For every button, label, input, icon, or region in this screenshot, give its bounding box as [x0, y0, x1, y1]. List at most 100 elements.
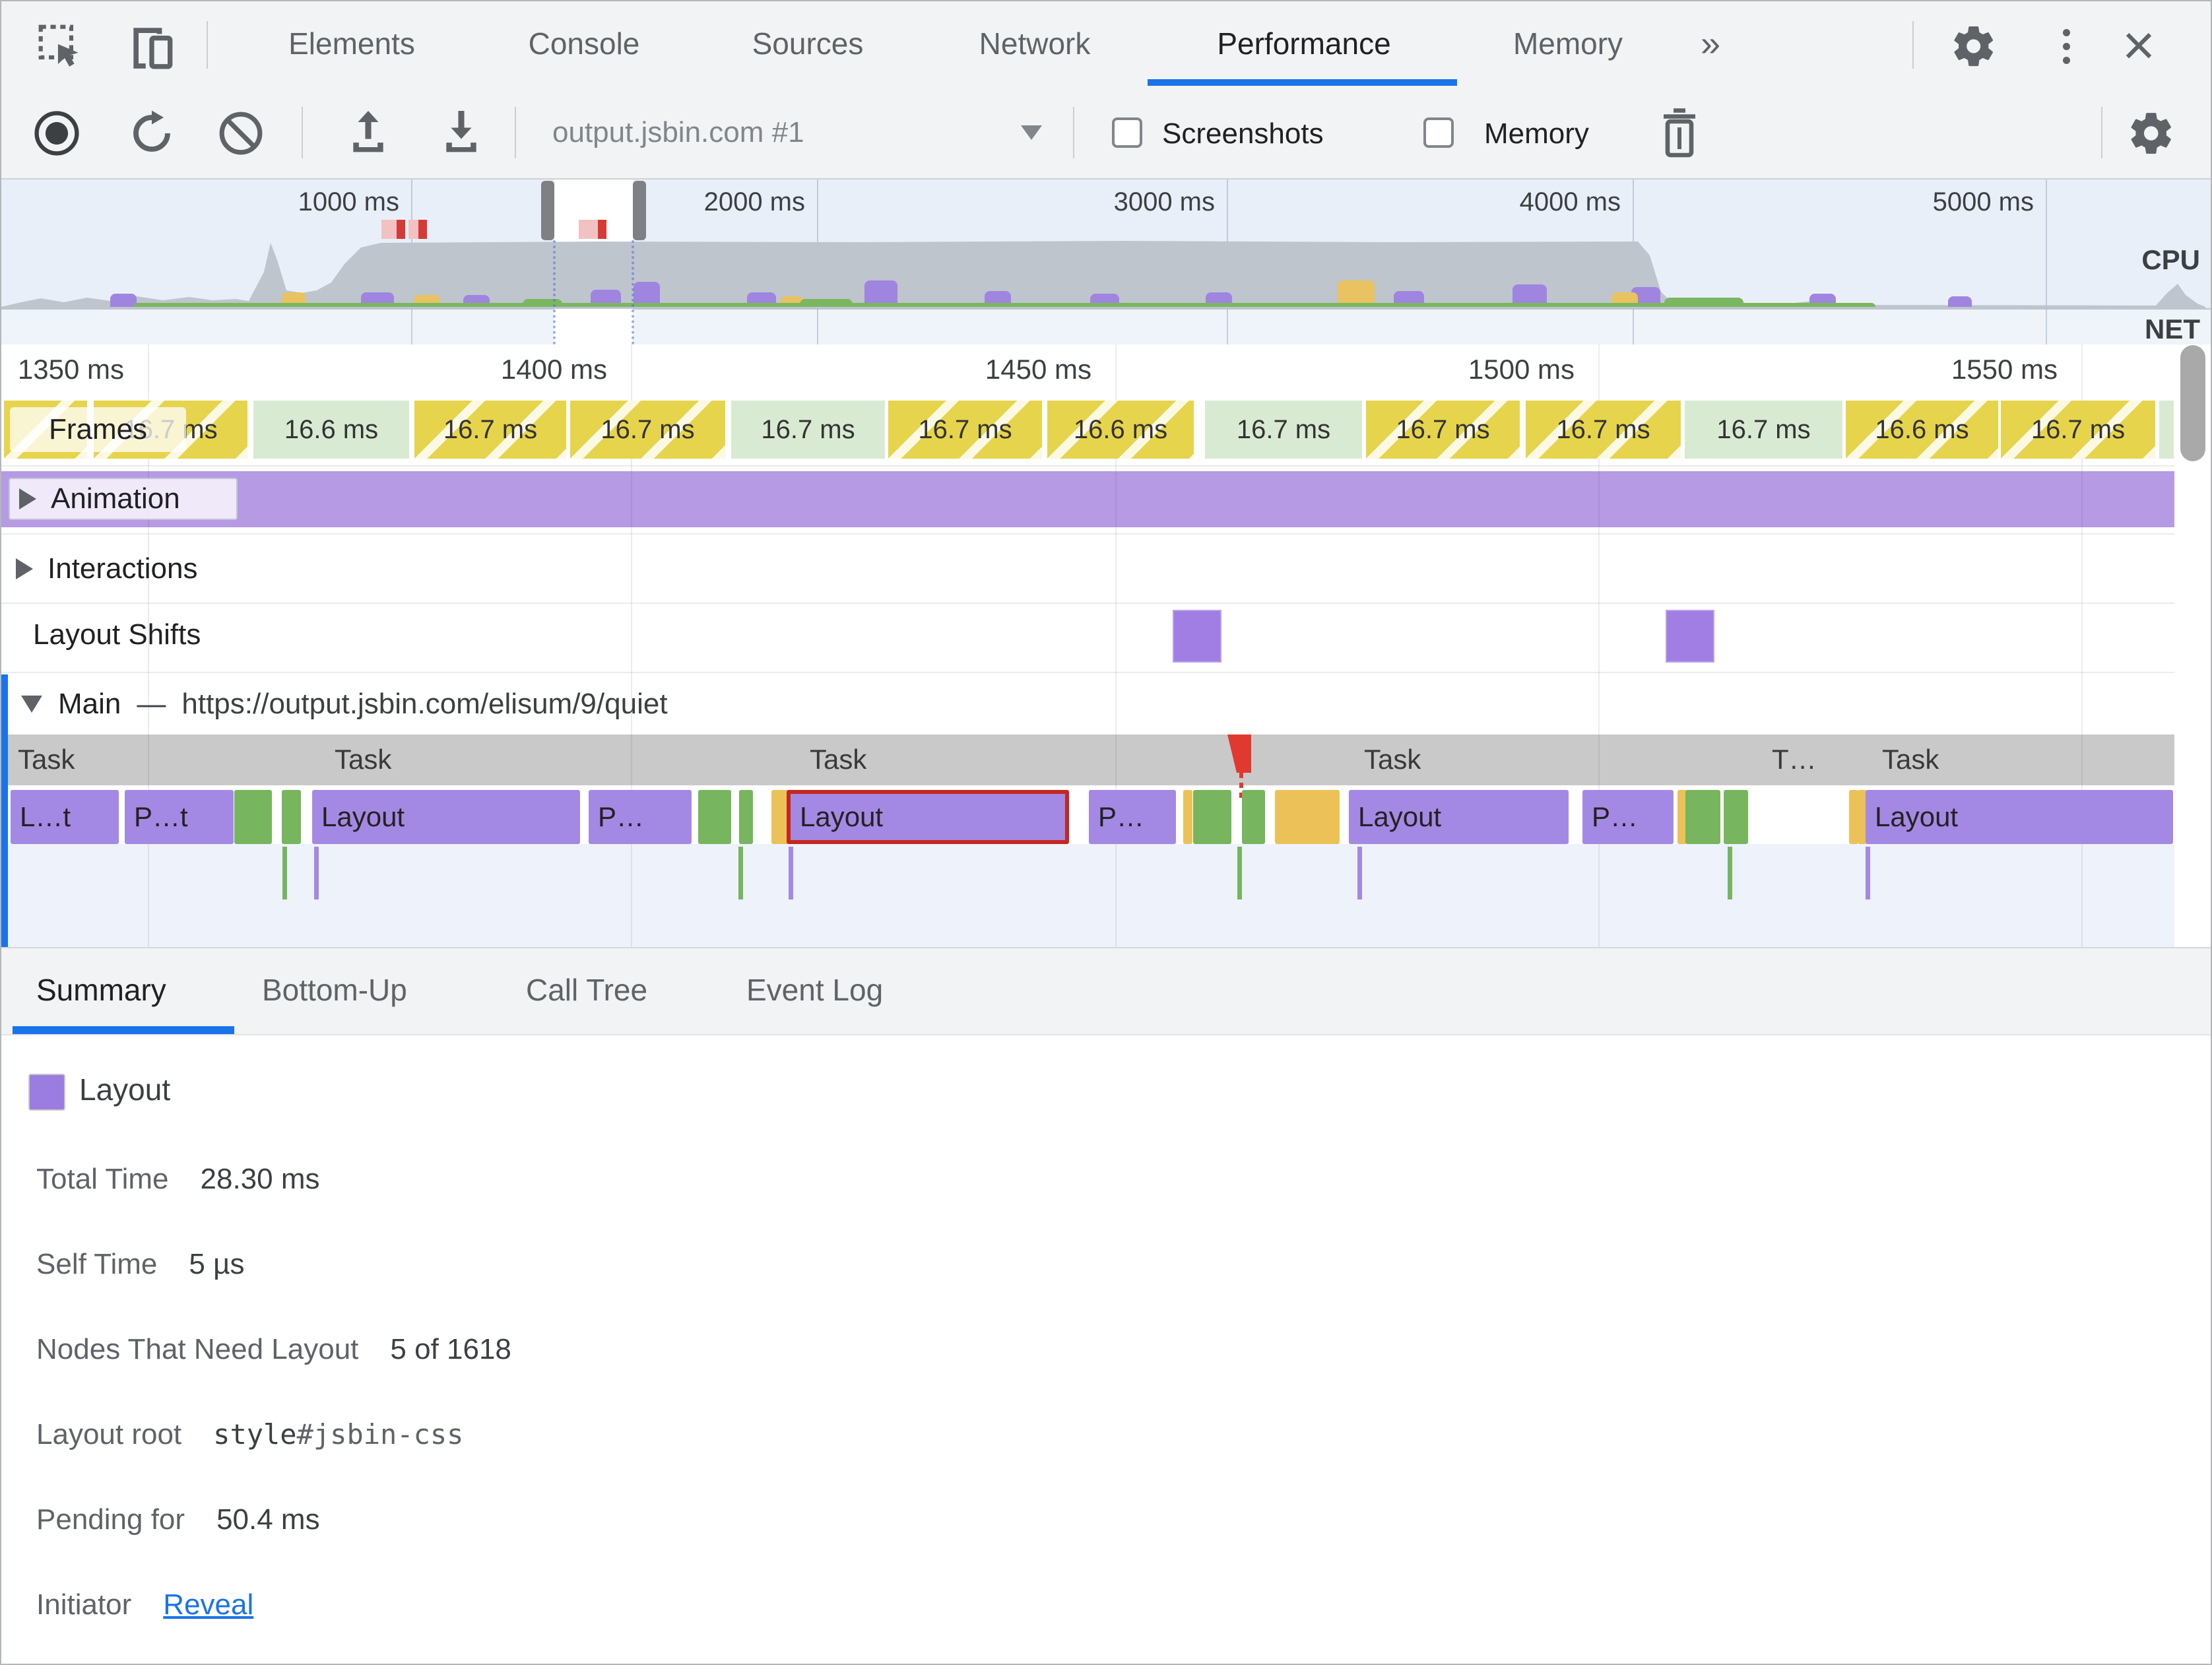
kebab-menu-icon[interactable]	[2050, 22, 2083, 70]
collapse-triangle-icon[interactable]	[21, 696, 42, 713]
load-profile-icon[interactable]	[344, 107, 392, 160]
event-p[interactable]: P…	[1582, 790, 1674, 844]
event-pt[interactable]: P…t	[125, 790, 234, 844]
tab-memory[interactable]: Memory	[1423, 1, 1713, 86]
frame-cell[interactable]	[2159, 401, 2174, 459]
event-layout[interactable]: Layout	[312, 790, 580, 844]
animation-track-label[interactable]: Animation	[9, 478, 238, 520]
ruler-time-label: 1450 ms	[985, 354, 1091, 385]
task-label[interactable]: Task	[1364, 744, 1421, 775]
main-track-background	[1, 844, 2174, 947]
event-segment[interactable]	[1275, 790, 1340, 844]
memory-checkbox-label[interactable]: Memory	[1484, 117, 1589, 150]
frame-cell[interactable]: 16.6 ms	[1846, 401, 1998, 459]
performance-toolbar: output.jsbin.com #1 Screenshots Memory	[1, 87, 2211, 180]
chevron-down-icon[interactable]	[1021, 125, 1042, 140]
frame-cell[interactable]: 16.7 ms	[731, 401, 885, 459]
frame-cell[interactable]: 16.6 ms	[253, 401, 409, 459]
frame-cell[interactable]: 16.7 ms	[414, 401, 566, 459]
event-p[interactable]: P…	[589, 790, 692, 844]
frame-cell[interactable]: 16.6 ms	[1047, 401, 1194, 459]
tab-event-log[interactable]: Event Log	[746, 947, 883, 1033]
overview-time-label: 1000 ms	[298, 187, 399, 216]
inspect-element-icon[interactable]	[34, 21, 86, 71]
tab-bottom-up[interactable]: Bottom-Up	[262, 947, 407, 1033]
scrollbar-thumb[interactable]	[2180, 345, 2205, 461]
expand-triangle-icon[interactable]	[16, 558, 33, 579]
activity-bump	[110, 294, 137, 307]
long-task-marker	[579, 220, 598, 239]
event-segment[interactable]	[1242, 790, 1265, 844]
event-p[interactable]: P…	[1089, 790, 1176, 844]
summary-row-total-time: Total Time 28.30 ms	[36, 1163, 320, 1200]
task-label[interactable]: Task	[18, 744, 75, 775]
target-selector[interactable]: output.jsbin.com #1	[552, 116, 804, 149]
frame-cell[interactable]: 16.7 ms	[1526, 401, 1681, 459]
task-strip[interactable]	[8, 735, 2174, 785]
frame-cell[interactable]: 16.7 ms	[2001, 401, 2155, 459]
selection-handle-right[interactable]	[633, 181, 646, 240]
timeline-overview[interactable]: 1000 ms 2000 ms 3000 ms 4000 ms 5000 ms CPU …	[1, 180, 2211, 344]
event-lt[interactable]: L…t	[11, 790, 119, 844]
memory-checkbox[interactable]	[1423, 117, 1454, 148]
vertical-scrollbar[interactable]	[2175, 344, 2211, 947]
event-layout[interactable]: Layout	[787, 790, 1069, 844]
interactions-track-label[interactable]: Interactions	[16, 548, 197, 590]
event-segment[interactable]	[1183, 790, 1192, 844]
event-segment[interactable]	[1849, 790, 1858, 844]
task-label[interactable]: Task	[810, 744, 866, 775]
reveal-link[interactable]: Reveal	[163, 1588, 253, 1621]
selection-handle-left[interactable]	[541, 181, 554, 240]
screenshots-checkbox[interactable]	[1112, 117, 1142, 148]
long-task-marker	[408, 220, 418, 239]
tab-summary[interactable]: Summary	[36, 947, 166, 1033]
task-label[interactable]: Task	[1882, 744, 1939, 775]
summary-pane: Layout Total Time 28.30 ms Self Time 5 µs No…	[1, 1035, 2211, 1664]
ruler-time-label: 1550 ms	[1951, 354, 2058, 385]
event-segment[interactable]	[1193, 790, 1231, 844]
trash-icon[interactable]	[1654, 106, 1705, 161]
tab-call-tree[interactable]: Call Tree	[526, 947, 647, 1033]
event-layout[interactable]: Layout	[1866, 790, 2173, 844]
task-label[interactable]: Task	[335, 744, 391, 775]
child-event-tick	[1357, 847, 1362, 899]
task-label[interactable]: T…	[1772, 744, 1817, 775]
event-segment[interactable]	[698, 790, 731, 844]
event-layout[interactable]: Layout	[1349, 790, 1569, 844]
frames-track-label[interactable]: Frames	[10, 407, 186, 452]
settings-gear-icon[interactable]	[1947, 20, 2000, 73]
row-divider	[1, 603, 2174, 604]
divider	[1073, 107, 1074, 158]
expand-triangle-icon[interactable]	[19, 488, 36, 509]
record-button[interactable]	[32, 108, 82, 158]
frame-cell[interactable]: 16.7 ms	[570, 401, 725, 459]
tab-network[interactable]: Network	[890, 1, 1180, 86]
tab-performance[interactable]: Performance	[1159, 1, 1449, 86]
layout-shift-marker[interactable]	[1173, 610, 1221, 663]
capture-settings-gear-icon[interactable]	[2125, 107, 2178, 160]
event-segment[interactable]	[1724, 790, 1748, 844]
device-toolbar-icon[interactable]	[123, 21, 180, 71]
layout-legend-swatch	[28, 1074, 65, 1111]
event-segment[interactable]	[1685, 790, 1720, 844]
save-profile-icon[interactable]	[438, 107, 485, 160]
main-track-header[interactable]: Main — https://output.jsbin.com/elisum/9…	[21, 684, 668, 724]
frame-cell[interactable]: 16.7 ms	[1685, 401, 1842, 459]
layout-shift-marker[interactable]	[1666, 610, 1714, 663]
clear-recording-icon[interactable]	[216, 108, 266, 158]
divider	[1912, 21, 1914, 69]
child-event-tick	[314, 847, 319, 899]
frame-cell[interactable]: 16.7 ms	[1366, 401, 1520, 459]
animation-track-bar[interactable]	[1, 471, 2174, 527]
event-segment[interactable]	[282, 790, 301, 844]
reload-and-record-icon[interactable]	[127, 108, 177, 158]
screenshots-checkbox-label[interactable]: Screenshots	[1162, 117, 1324, 150]
frame-cell[interactable]: 16.7 ms	[888, 401, 1042, 459]
frame-cell[interactable]: 16.7 ms	[1205, 401, 1362, 459]
event-segment[interactable]	[234, 790, 272, 844]
long-task-marker	[381, 220, 397, 239]
summary-value: 50.4 ms	[216, 1503, 320, 1536]
close-icon[interactable]: ×	[2110, 14, 2167, 77]
long-task-marker	[397, 220, 405, 239]
event-segment[interactable]	[739, 790, 753, 844]
